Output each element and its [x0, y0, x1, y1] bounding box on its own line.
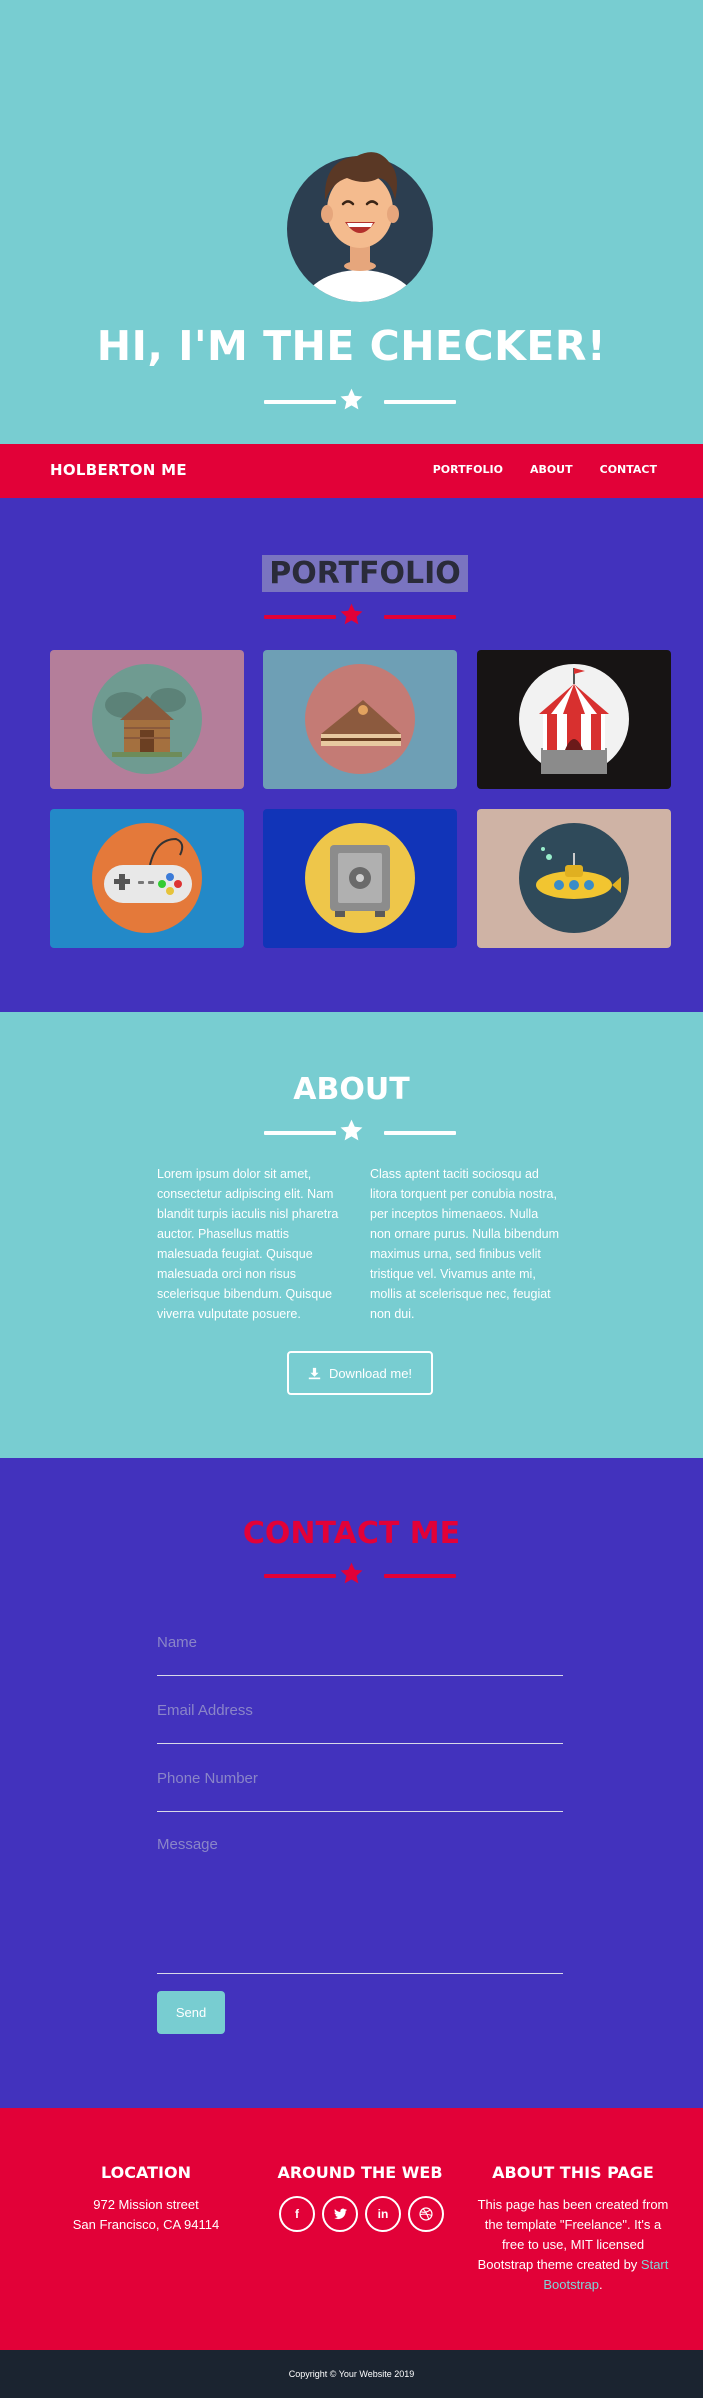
social-links: f in: [279, 2196, 444, 2232]
portfolio-item-circus[interactable]: [477, 650, 671, 789]
linkedin-icon: in: [377, 2207, 389, 2221]
contact-title: CONTACT ME: [242, 1516, 461, 1551]
hero-section: HI, I'M THE CHECKER!: [0, 0, 703, 444]
message-field-wrapper: [157, 1836, 563, 1974]
star-icon: [340, 1562, 363, 1584]
safe-icon: [263, 809, 457, 948]
portfolio-item-cabin[interactable]: [50, 650, 244, 789]
portfolio-item-safe[interactable]: [263, 809, 457, 948]
submarine-icon: [477, 809, 671, 948]
portfolio-item-submarine[interactable]: [477, 809, 671, 948]
footer-about-body: This page has been created from the temp…: [477, 2197, 669, 2272]
game-controller-icon: [50, 809, 244, 948]
download-label: Download me!: [328, 1365, 413, 1381]
about-text-right: Class aptent taciti sociosqu ad litora t…: [370, 1167, 560, 1321]
copyright-bar: Copyright © Your Website 2019: [0, 2350, 703, 2398]
cabin-icon: [50, 650, 244, 789]
download-icon: [308, 1367, 321, 1379]
nav-links: PORTFOLIO ABOUT CONTACT: [406, 463, 657, 476]
facebook-icon: f: [295, 2207, 299, 2221]
footer-location-title: LOCATION: [101, 2163, 191, 2182]
avatar: [287, 152, 433, 302]
linkedin-link[interactable]: in: [365, 2196, 401, 2232]
footer-web-title: AROUND THE WEB: [277, 2163, 443, 2182]
brand-link[interactable]: HOLBERTON ME: [50, 461, 187, 479]
about-text-left: Lorem ipsum dolor sit amet, consectetur …: [157, 1167, 339, 1321]
portfolio-item-game[interactable]: [50, 809, 244, 948]
nav-link-portfolio[interactable]: PORTFOLIO: [433, 463, 503, 476]
navbar: HOLBERTON ME PORTFOLIO ABOUT CONTACT: [0, 444, 703, 498]
footer-about-title: ABOUT THIS PAGE: [492, 2163, 654, 2182]
star-icon: [340, 388, 363, 410]
footer-about-text: This page has been created from the temp…: [477, 2197, 669, 2292]
circus-tent-icon: [477, 650, 671, 789]
email-field-wrapper: [157, 1702, 563, 1744]
contact-divider: [0, 1561, 703, 1591]
phone-field-wrapper: [157, 1770, 563, 1812]
hero-divider: [0, 387, 703, 417]
nav-link-about[interactable]: ABOUT: [530, 463, 573, 476]
footer-address: 972 Mission street San Francisco, CA 941…: [56, 2195, 236, 2235]
dribbble-link[interactable]: [408, 2196, 444, 2232]
portfolio-section: PORTFOLIO: [0, 498, 703, 1012]
star-icon: [340, 603, 363, 625]
cake-icon: [263, 650, 457, 789]
about-section: ABOUT Lorem ipsum dolor sit amet, consec…: [0, 1012, 703, 1458]
dribbble-icon: [419, 2207, 433, 2221]
star-icon: [340, 1119, 363, 1141]
address-line-2: San Francisco, CA 94114: [72, 2217, 220, 2232]
about-divider: [0, 1118, 703, 1148]
send-button[interactable]: Send: [157, 1991, 225, 2034]
email-field[interactable]: [157, 1702, 563, 1719]
footer: LOCATION 972 Mission street San Francisc…: [0, 2108, 703, 2350]
name-field-wrapper: [157, 1634, 563, 1676]
download-button[interactable]: Download me!: [287, 1351, 433, 1395]
name-field[interactable]: [157, 1634, 563, 1651]
twitter-icon: [333, 2208, 347, 2220]
about-title: ABOUT: [293, 1072, 410, 1107]
phone-field[interactable]: [157, 1770, 563, 1787]
address-line-1: 972 Mission street: [93, 2197, 199, 2212]
portfolio-divider: [0, 602, 703, 632]
copyright-text: Copyright © Your Website 2019: [288, 2369, 415, 2379]
hero-title: HI, I'M THE CHECKER!: [96, 322, 607, 370]
message-field[interactable]: [157, 1836, 563, 1938]
contact-section: CONTACT ME Send: [0, 1458, 703, 2108]
facebook-link[interactable]: f: [279, 2196, 315, 2232]
portfolio-title: PORTFOLIO: [262, 555, 468, 592]
twitter-link[interactable]: [322, 2196, 358, 2232]
nav-link-contact[interactable]: CONTACT: [600, 463, 657, 476]
portfolio-item-cake[interactable]: [263, 650, 457, 789]
